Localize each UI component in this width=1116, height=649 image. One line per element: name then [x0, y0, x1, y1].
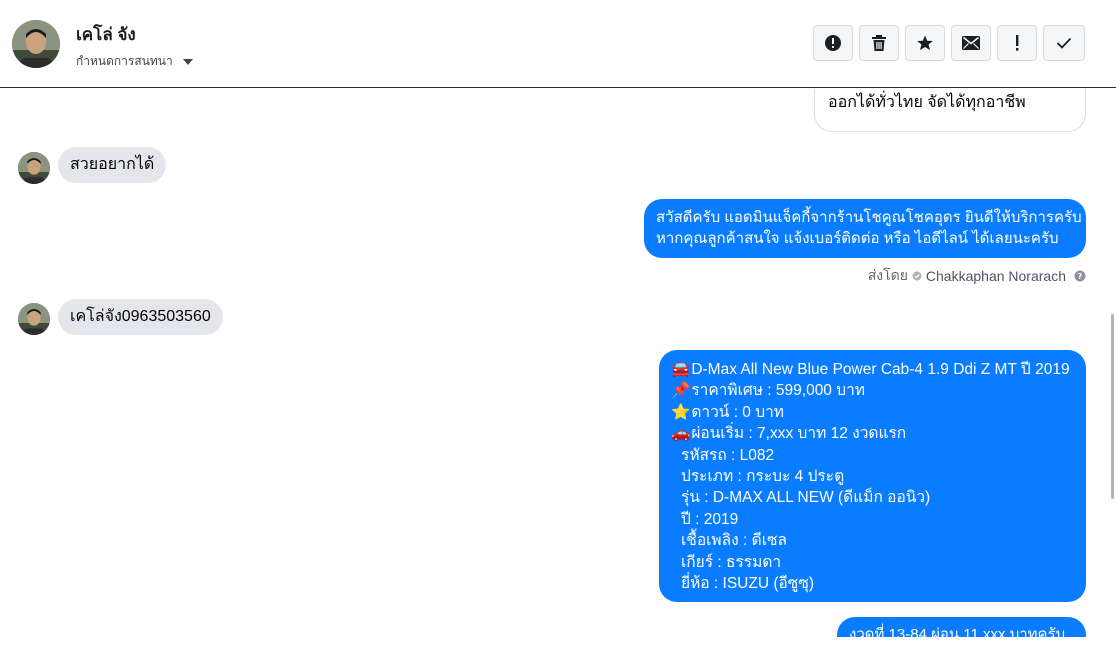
- exclamation-icon: [1016, 35, 1019, 51]
- message-text-line: รุ่น : D-MAX ALL NEW (ดีแม็ก ออนิว): [681, 489, 931, 507]
- message-text-line: ยี่ห้อ : ISUZU (อีซูซุ): [681, 575, 815, 593]
- message-text: เคโล่จัง0963503560: [70, 308, 211, 325]
- message-thread[interactable]: ออกได้ทั่วไทย จัดได้ทุกอาชีพ สวยอยากได้ …: [0, 89, 1116, 637]
- contact-avatar[interactable]: [12, 20, 60, 68]
- message-text-line: 📌 ราคาพิเศษ : 599,000 บาท: [671, 380, 1074, 401]
- checkmark-icon: [1056, 37, 1072, 49]
- chevron-down-icon: [182, 58, 193, 65]
- trash-icon: [872, 35, 886, 51]
- car-side-icon: 🚗: [671, 425, 691, 443]
- message-text-line: ⭐ ดาวน์ : 0 บาท: [671, 402, 1074, 423]
- contact-avatar-small[interactable]: [18, 152, 50, 184]
- alert-circle-icon: [825, 35, 841, 51]
- message-text-line: เชื้อเพลิง : ดีเซล: [681, 532, 788, 550]
- contact-name[interactable]: เคโล่ จัง: [76, 21, 136, 48]
- message-text: ออกได้ทั่วไทย จัดได้ทุกอาชีพ: [828, 94, 1026, 111]
- sent-by-info: ส่งโดย Chakkaphan Norarach ?: [868, 265, 1086, 287]
- message-bubble-incoming[interactable]: เคโล่จัง0963503560: [58, 299, 223, 335]
- message-bubble-outgoing-previous[interactable]: ออกได้ทั่วไทย จัดได้ทุกอาชีพ: [814, 89, 1086, 132]
- star-icon: [917, 35, 933, 51]
- mark-unread-button[interactable]: [951, 25, 991, 61]
- conversation-header: เคโล่ จัง กำหนดการสนทนา: [0, 0, 1116, 88]
- message-text-line: สวัสดีครับ แอดมินแจ็คกี้จากร้านโชคูณโชคอ…: [656, 209, 1082, 226]
- conversation-settings-label: กำหนดการสนทนา: [76, 54, 173, 68]
- contact-avatar-small[interactable]: [18, 303, 50, 335]
- verified-icon: [912, 271, 922, 281]
- message-text-line: ปี : 2019: [681, 510, 739, 528]
- message-text: สวยอยากได้: [70, 156, 155, 173]
- sent-by-label: ส่งโดย: [867, 267, 908, 283]
- sent-by-name[interactable]: Chakkaphan Norarach: [926, 268, 1066, 284]
- message-text-line: หากคุณลูกค้าสนใจ แจ้งเบอร์ติดต่อ หรือ ไอ…: [656, 230, 1059, 247]
- message-text-line: เกียร์ : ธรรมดา: [681, 553, 782, 571]
- message-text-line: 🚘 D-Max All New Blue Power Cab-4 1.9 Ddi…: [671, 359, 1074, 380]
- star-icon: ⭐: [671, 403, 691, 421]
- message-bubble-outgoing[interactable]: 🚘 D-Max All New Blue Power Cab-4 1.9 Ddi…: [659, 350, 1086, 602]
- pushpin-icon: 📌: [671, 382, 691, 400]
- message-text-line: รหัสรถ : L082: [681, 446, 775, 464]
- message-text-line: ประเภท : กระบะ 4 ประตู: [681, 468, 845, 486]
- svg-text:?: ?: [1078, 272, 1083, 281]
- message-bubble-outgoing-partial[interactable]: งวดที่ 13-84 ผ่อน 11,xxx บาทครับ: [837, 617, 1086, 637]
- message-bubble-outgoing[interactable]: สวัสดีครับ แอดมินแจ็คกี้จากร้านโชคูณโชคอ…: [644, 199, 1086, 258]
- scrollbar-thumb[interactable]: [1111, 314, 1114, 499]
- delete-button[interactable]: [859, 25, 899, 61]
- envelope-icon: [962, 36, 980, 50]
- message-text-line: 🚗 ผ่อนเริ่ม : 7,xxx บาท 12 งวดแรก: [671, 423, 1074, 444]
- toolbar: [813, 25, 1085, 61]
- star-button[interactable]: [905, 25, 945, 61]
- done-button[interactable]: [1043, 25, 1085, 61]
- help-icon[interactable]: ?: [1074, 270, 1086, 282]
- message-bubble-incoming[interactable]: สวยอยากได้: [58, 147, 167, 183]
- message-text-line: งวดที่ 13-84 ผ่อน 11,xxx บาทครับ: [849, 626, 1066, 637]
- conversation-settings-dropdown[interactable]: กำหนดการสนทนา: [76, 52, 193, 71]
- important-button[interactable]: [997, 25, 1037, 61]
- car-icon: 🚘: [671, 361, 691, 378]
- mark-spam-button[interactable]: [813, 25, 853, 61]
